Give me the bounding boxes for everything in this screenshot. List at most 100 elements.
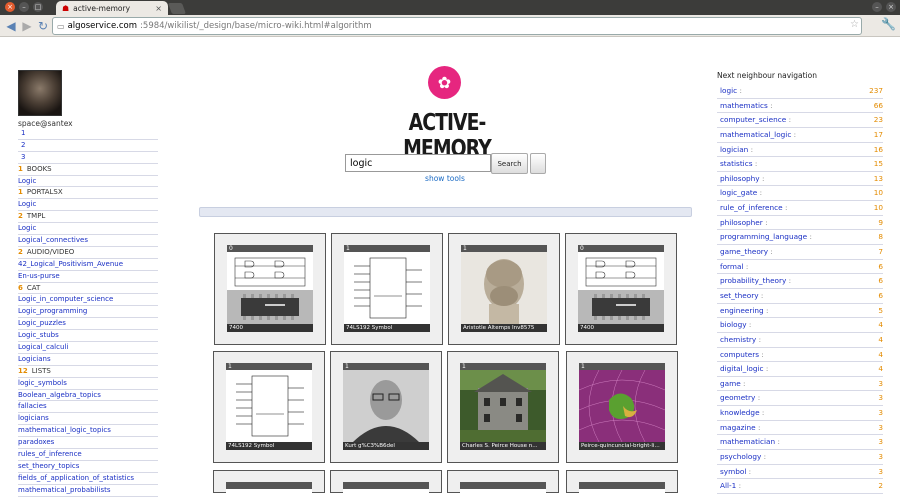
neighbour-item[interactable]: logic_gate : 10 [717,186,883,202]
neighbour-item[interactable]: psychology : 3 [717,450,883,465]
list-item-link[interactable]: mathematical_probabilists [18,485,158,497]
neighbour-item[interactable]: logic : 237 [717,84,883,99]
neighbour-item[interactable]: statistics : 15 [717,157,883,172]
neighbour-term[interactable]: magazine [720,423,756,432]
neighbour-term[interactable]: All-1 [720,481,736,490]
neighbour-term[interactable]: game_theory [720,247,768,256]
search-button[interactable]: Search [491,153,528,174]
address-bar[interactable]: ▭ algoservice.com:5984/wikilist/_design/… [52,17,862,35]
list-item-link[interactable]: Logic [18,223,158,236]
window-close-icon[interactable]: × [5,2,15,12]
list-item-link[interactable]: En-us-purse [18,271,158,283]
neighbour-item[interactable]: knowledge : 3 [717,406,883,421]
page-number-link[interactable]: 1 [18,128,158,140]
window-min-right-icon[interactable]: – [872,2,882,12]
thumbnail[interactable] [213,470,325,494]
thumbnail-image[interactable]: 1 Aristotle Altemps Inv8575 [461,245,547,332]
search-input[interactable] [345,154,491,172]
neighbour-term[interactable]: probability_theory [720,276,786,285]
browser-tab[interactable]: ☗ active-memory × [56,1,168,15]
neighbour-item[interactable]: formal : 6 [717,260,883,275]
neighbour-item[interactable]: rule_of_inference : 10 [717,201,883,216]
thumbnail-image[interactable] [579,482,665,494]
list-item-link[interactable]: Logic [18,176,158,188]
list-item-link[interactable]: logic_symbols [18,378,158,390]
neighbour-term[interactable]: geometry [720,393,755,402]
list-item-link[interactable]: Logical_calculi [18,342,158,354]
neighbour-item[interactable]: geometry : 3 [717,391,883,407]
list-item-link[interactable]: set_theory_topics [18,461,158,473]
neighbour-item[interactable]: biology : 4 [717,318,883,333]
thumbnail[interactable]: 1 Kurt g%C3%B6del [330,351,442,463]
neighbour-item[interactable]: computer_science : 23 [717,113,883,128]
avatar[interactable] [18,70,62,116]
neighbour-item[interactable]: digital_logic : 4 [717,362,883,377]
neighbour-term[interactable]: rule_of_inference [720,203,783,212]
thumbnail-image[interactable]: 1 Kurt g%C3%B6del [343,363,429,450]
neighbour-item[interactable]: philosopher : 9 [717,216,883,231]
neighbour-term[interactable]: formal [720,262,744,271]
thumbnail[interactable] [447,470,559,494]
thumbnail[interactable] [330,470,442,494]
thumbnail[interactable]: 1 74LS192 Symbol [331,233,443,345]
page-number-link[interactable]: 2 [18,140,158,152]
window-maximize-icon[interactable]: □ [33,2,43,12]
thumbnail-image[interactable]: 1 74LS192 Symbol [344,245,430,332]
neighbour-item[interactable]: game_theory : 7 [717,245,883,260]
neighbour-item[interactable]: symbol : 3 [717,465,883,480]
neighbour-item[interactable]: philosophy : 13 [717,172,883,187]
neighbour-item[interactable]: programming_language : 8 [717,230,883,246]
neighbour-term[interactable]: knowledge [720,408,760,417]
thumbnail-image[interactable]: 1 Peirce-quincuncial-bright-li... [579,363,665,450]
neighbour-term[interactable]: computer_science [720,115,786,124]
neighbour-term[interactable]: computers [720,350,759,359]
neighbour-term[interactable]: symbol [720,467,746,476]
list-item-link[interactable]: Logic_stubs [18,330,158,343]
wrench-icon[interactable]: 🔧 [881,17,896,31]
neighbour-item[interactable]: computers : 4 [717,348,883,363]
new-tab-button[interactable] [167,3,187,14]
neighbour-term[interactable]: logician [720,145,748,154]
thumbnail-image[interactable] [460,482,546,494]
tab-close-icon[interactable]: × [155,4,162,13]
thumbnail-image[interactable]: 1 Charles S. Peirce House n... [460,363,546,450]
neighbour-term[interactable]: biology [720,320,747,329]
neighbour-item[interactable]: chemistry : 4 [717,333,883,348]
show-tools-link[interactable]: show tools [420,174,470,183]
thumbnail[interactable]: 1 Aristotle Altemps Inv8575 [448,233,560,345]
thumbnail-image[interactable]: 0 7400 [578,245,664,332]
thumbnail-image[interactable] [343,482,429,494]
neighbour-term[interactable]: psychology [720,452,761,461]
forward-arrow-icon[interactable]: ▶ [20,18,34,34]
neighbour-term[interactable]: mathematics [720,101,768,110]
neighbour-item[interactable]: probability_theory : 6 [717,274,883,289]
list-item-link[interactable]: Logic_programming [18,306,158,319]
lotus-icon[interactable]: ✿ [428,66,461,99]
search-options-button[interactable] [530,153,546,174]
list-item-link[interactable]: paradoxes [18,437,158,450]
thumbnail-image[interactable] [226,482,312,494]
thumbnail[interactable]: 0 7400 [565,233,677,345]
neighbour-term[interactable]: set_theory [720,291,759,300]
neighbour-term[interactable]: programming_language [720,232,807,241]
neighbour-term[interactable]: engineering [720,306,764,315]
page-number-link[interactable]: 3 [18,152,158,164]
reload-icon[interactable]: ↻ [36,18,50,34]
thumbnail[interactable] [566,470,678,494]
neighbour-term[interactable]: statistics [720,159,753,168]
neighbour-item[interactable]: mathematical_logic : 17 [717,128,883,143]
neighbour-term[interactable]: philosophy [720,174,760,183]
list-item-link[interactable]: logicians [18,413,158,426]
neighbour-term[interactable]: logic [720,86,737,95]
back-arrow-icon[interactable]: ◀ [4,18,18,34]
window-minimize-icon[interactable]: – [19,2,29,12]
thumbnail-image[interactable]: 0 7400 [227,245,313,332]
neighbour-term[interactable]: digital_logic [720,364,764,373]
list-item-link[interactable]: 42_Logical_Positivism_Avenue [18,259,158,271]
neighbour-term[interactable]: mathematical_logic [720,130,791,139]
neighbour-item[interactable]: set_theory : 6 [717,289,883,304]
thumbnail-image[interactable]: 1 74LS192 Symbol [226,363,312,450]
neighbour-term[interactable]: game [720,379,741,388]
neighbour-item[interactable]: mathematics : 66 [717,99,883,114]
list-item-link[interactable]: mathematical_logic_topics [18,425,158,438]
